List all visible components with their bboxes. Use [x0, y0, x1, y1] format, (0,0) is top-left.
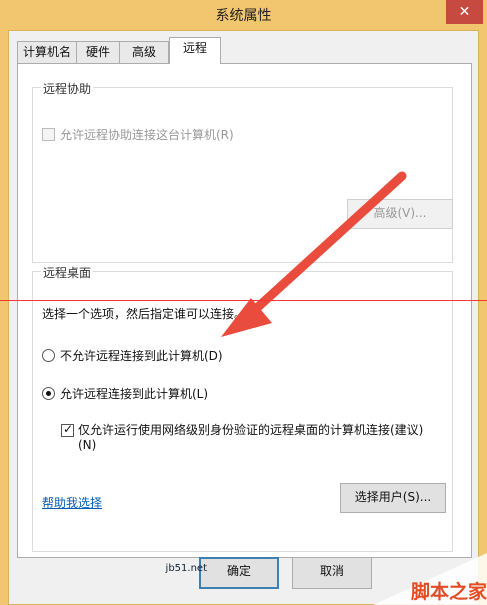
- red-pointer-arrow-graphic: [221, 171, 407, 337]
- watermark-url: jb51.net: [165, 563, 207, 574]
- red-horizontal-guide-line: [0, 300, 487, 301]
- arrow-shaft: [241, 171, 407, 323]
- watermark-logo-text: 脚本之家: [410, 581, 487, 603]
